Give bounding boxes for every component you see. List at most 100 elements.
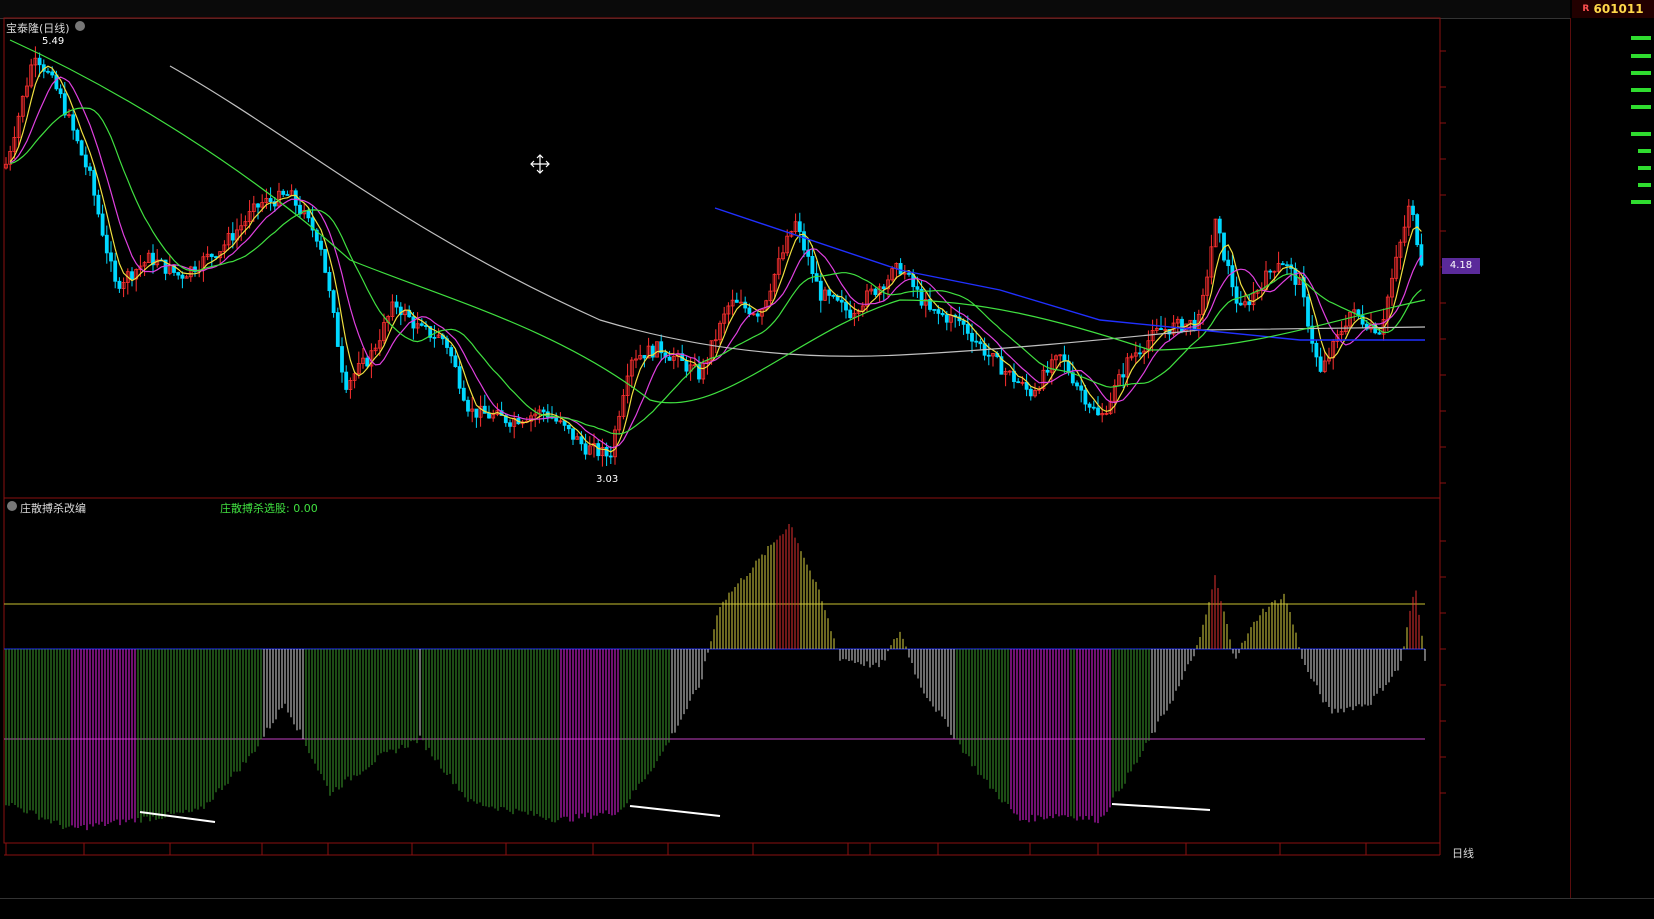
order-book-row [1571, 143, 1654, 159]
trend-stroke [1111, 803, 1211, 811]
candle-body [340, 346, 344, 373]
indicator-settings-icon[interactable] [6, 500, 18, 515]
order-book-row [1571, 194, 1654, 210]
candle-body [37, 57, 42, 66]
ma120-line [169, 65, 1426, 357]
candle-body [734, 299, 739, 303]
candle-body [268, 198, 273, 203]
order-book-row [1571, 65, 1654, 81]
indicator-name: 庄散搏杀改编 [20, 502, 86, 515]
settings-icon[interactable] [74, 20, 86, 35]
candle-body [596, 443, 601, 457]
candle-body [566, 424, 571, 430]
candle-body [113, 260, 118, 282]
candle-body [936, 309, 941, 314]
order-book-row [1571, 160, 1654, 176]
candle-body [940, 312, 945, 316]
candle-body [970, 332, 974, 342]
candle-body [978, 341, 983, 345]
candle-body [466, 399, 470, 412]
candle-body [285, 194, 290, 196]
candle-body [256, 203, 260, 208]
order-book-volume-bar [1637, 149, 1651, 153]
candle-body [608, 455, 613, 458]
candle-body [898, 263, 903, 275]
candle-body [58, 88, 63, 95]
candle-body [1226, 259, 1231, 267]
candle-body [344, 371, 349, 390]
candle-body [487, 412, 491, 419]
candle-body [541, 409, 546, 413]
move-cursor-icon [530, 154, 550, 174]
order-book-row [1571, 48, 1654, 64]
indicator-params [95, 500, 104, 513]
candle-body [62, 93, 67, 116]
candle-body [176, 272, 181, 276]
candle-body [818, 280, 823, 301]
candle-body [461, 387, 466, 401]
candle-body [508, 422, 512, 427]
candle-body [848, 309, 853, 319]
candle-body [944, 314, 949, 323]
candle-body [797, 221, 802, 233]
ma-legend [88, 20, 124, 33]
stock-code-badge[interactable]: R 601011 [1572, 0, 1654, 18]
candle-body [1045, 369, 1050, 373]
indicator-histogram [5, 524, 1426, 831]
current-price-tag: 4.18 [1442, 258, 1480, 274]
candle-body [96, 194, 101, 215]
candle-body [1285, 264, 1289, 267]
candle-body [1419, 244, 1424, 266]
candle-body [915, 286, 920, 290]
candle-body [932, 309, 937, 311]
candle-body [1217, 218, 1222, 234]
candle-body [432, 336, 437, 339]
kline-chart[interactable] [0, 0, 1570, 898]
candle-body [1075, 382, 1079, 387]
candle-body [130, 271, 134, 280]
candle-body [1306, 296, 1310, 327]
candle-body [961, 320, 966, 325]
stock-code: 601011 [1593, 2, 1644, 16]
candle-body [411, 316, 416, 329]
candle-body [117, 280, 122, 289]
candle-body [1314, 342, 1319, 358]
candle-body [457, 366, 462, 389]
candle-body [831, 295, 836, 297]
chart-title: 宝泰隆(日线) [6, 22, 70, 35]
candle-body [109, 252, 113, 262]
candle-body [579, 436, 584, 445]
candle-body [419, 323, 424, 326]
order-book-volume-bar [1631, 71, 1651, 75]
order-book-volume-bar [1631, 54, 1651, 58]
candle-body [281, 190, 286, 195]
trend-stroke [629, 805, 721, 817]
candle-body [1411, 205, 1415, 215]
candle-body [1087, 403, 1092, 408]
order-book-volume-bar [1631, 200, 1651, 204]
candle-body [1377, 332, 1382, 335]
candle-body [1180, 318, 1184, 332]
candle-body [1091, 406, 1096, 409]
order-book-volume-bar [1631, 132, 1651, 136]
candle-body [986, 354, 991, 357]
candle-body [1079, 385, 1084, 391]
candle-body [810, 255, 815, 275]
candle-body [1016, 381, 1021, 384]
order-book-row [1571, 30, 1654, 46]
candle-body [1234, 286, 1239, 304]
candle-body [583, 443, 588, 455]
candle-body [54, 74, 59, 90]
period-label[interactable]: 日线 [1452, 845, 1474, 861]
candle-body [1159, 328, 1163, 331]
candle-body [293, 190, 298, 206]
candle-body [83, 154, 88, 168]
indicator-select-label: 庄散搏杀选股: 0.00 [220, 502, 318, 515]
candle-body [50, 71, 55, 76]
high-price-label: 5.49 [42, 36, 65, 47]
order-book-volume-bar [1637, 166, 1651, 170]
candle-body [365, 357, 370, 367]
order-book-row [1571, 99, 1654, 115]
chart-frame: R 601011 宝泰隆(日线) 庄散搏杀改编 庄散搏杀选股: 0.00 5.4… [0, 0, 1654, 919]
candle-body [327, 271, 332, 292]
